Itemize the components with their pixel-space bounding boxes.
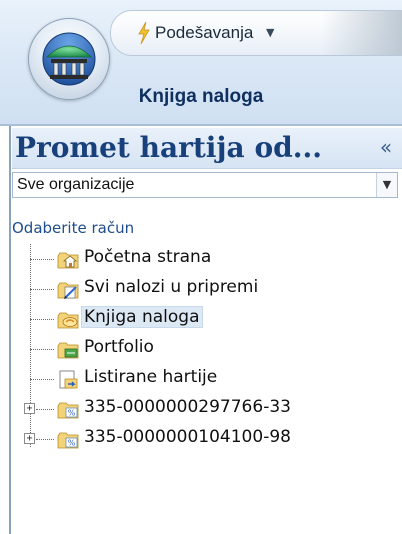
tree-item[interactable]: + % 335-0000000297766-33: [12, 394, 402, 424]
listed-securities-icon: [59, 370, 78, 389]
expand-button[interactable]: +: [24, 403, 35, 414]
tree-item-label: Portfolio: [84, 337, 154, 357]
organization-select[interactable]: Sve organizacije ▼: [12, 172, 398, 198]
panel-title: Promet hartija od...: [15, 131, 322, 164]
toolbar-fade: [321, 11, 402, 55]
edit-document-icon: [57, 282, 79, 299]
tree-item-label: Listirane hartije: [84, 367, 218, 387]
collapse-panel-button[interactable]: «: [374, 136, 398, 160]
tree-connector: [30, 319, 54, 320]
tree-connector: [36, 409, 54, 410]
portfolio-icon: [57, 342, 79, 359]
header-divider: [0, 124, 402, 126]
tree-item-label: 335-0000000104100-98: [84, 427, 291, 447]
tree-connector: [30, 259, 54, 260]
quick-access-toolbar[interactable]: Podešavanja ▼: [110, 10, 402, 56]
account-tree: Početna strana Svi nalozi u pripremi Knj…: [12, 244, 402, 484]
tree-item-label: Svi nalozi u pripremi: [84, 277, 259, 297]
ribbon-header: Podešavanja ▼ Knjiga naloga: [0, 0, 402, 126]
svg-text:%: %: [68, 409, 76, 418]
account-percent-icon: %: [57, 402, 79, 419]
left-frame-border: [0, 126, 12, 534]
settings-menu-label[interactable]: Podešavanja: [155, 23, 253, 43]
tree-item[interactable]: Knjiga naloga: [12, 304, 402, 334]
tree-item-label: Knjiga naloga: [81, 306, 203, 328]
account-percent-icon: %: [57, 432, 79, 449]
tree-connector: [36, 439, 54, 440]
tree-item[interactable]: Svi nalozi u pripremi: [12, 274, 402, 304]
organization-select-value: Sve organizacije: [17, 176, 135, 193]
tree-item[interactable]: + % 335-0000000104100-98: [12, 424, 402, 454]
lightning-icon: [138, 22, 150, 44]
tree-item[interactable]: Početna strana: [12, 244, 402, 274]
ribbon-title: Knjiga naloga: [138, 86, 264, 107]
dropdown-arrow-icon[interactable]: ▼: [376, 173, 397, 197]
tree-connector: [30, 289, 54, 290]
order-book-icon: [57, 312, 79, 329]
bank-icon: [42, 32, 96, 86]
tree-item[interactable]: Portfolio: [12, 334, 402, 364]
tree-item[interactable]: Listirane hartije: [12, 364, 402, 394]
home-icon: [57, 252, 79, 269]
app-window: Podešavanja ▼ Knjiga naloga Promet harti…: [0, 0, 402, 534]
chevron-down-icon[interactable]: ▼: [266, 26, 274, 39]
expand-button[interactable]: +: [24, 433, 35, 444]
tree-connector: [30, 349, 54, 350]
tree-item-label: Početna strana: [84, 247, 212, 267]
svg-text:%: %: [68, 439, 76, 448]
tree-connector: [30, 379, 54, 380]
tree-item-label: 335-0000000297766-33: [84, 397, 291, 417]
panel-header: Promet hartija od... «: [12, 128, 402, 169]
tree-heading: Odaberite račun: [12, 219, 135, 237]
